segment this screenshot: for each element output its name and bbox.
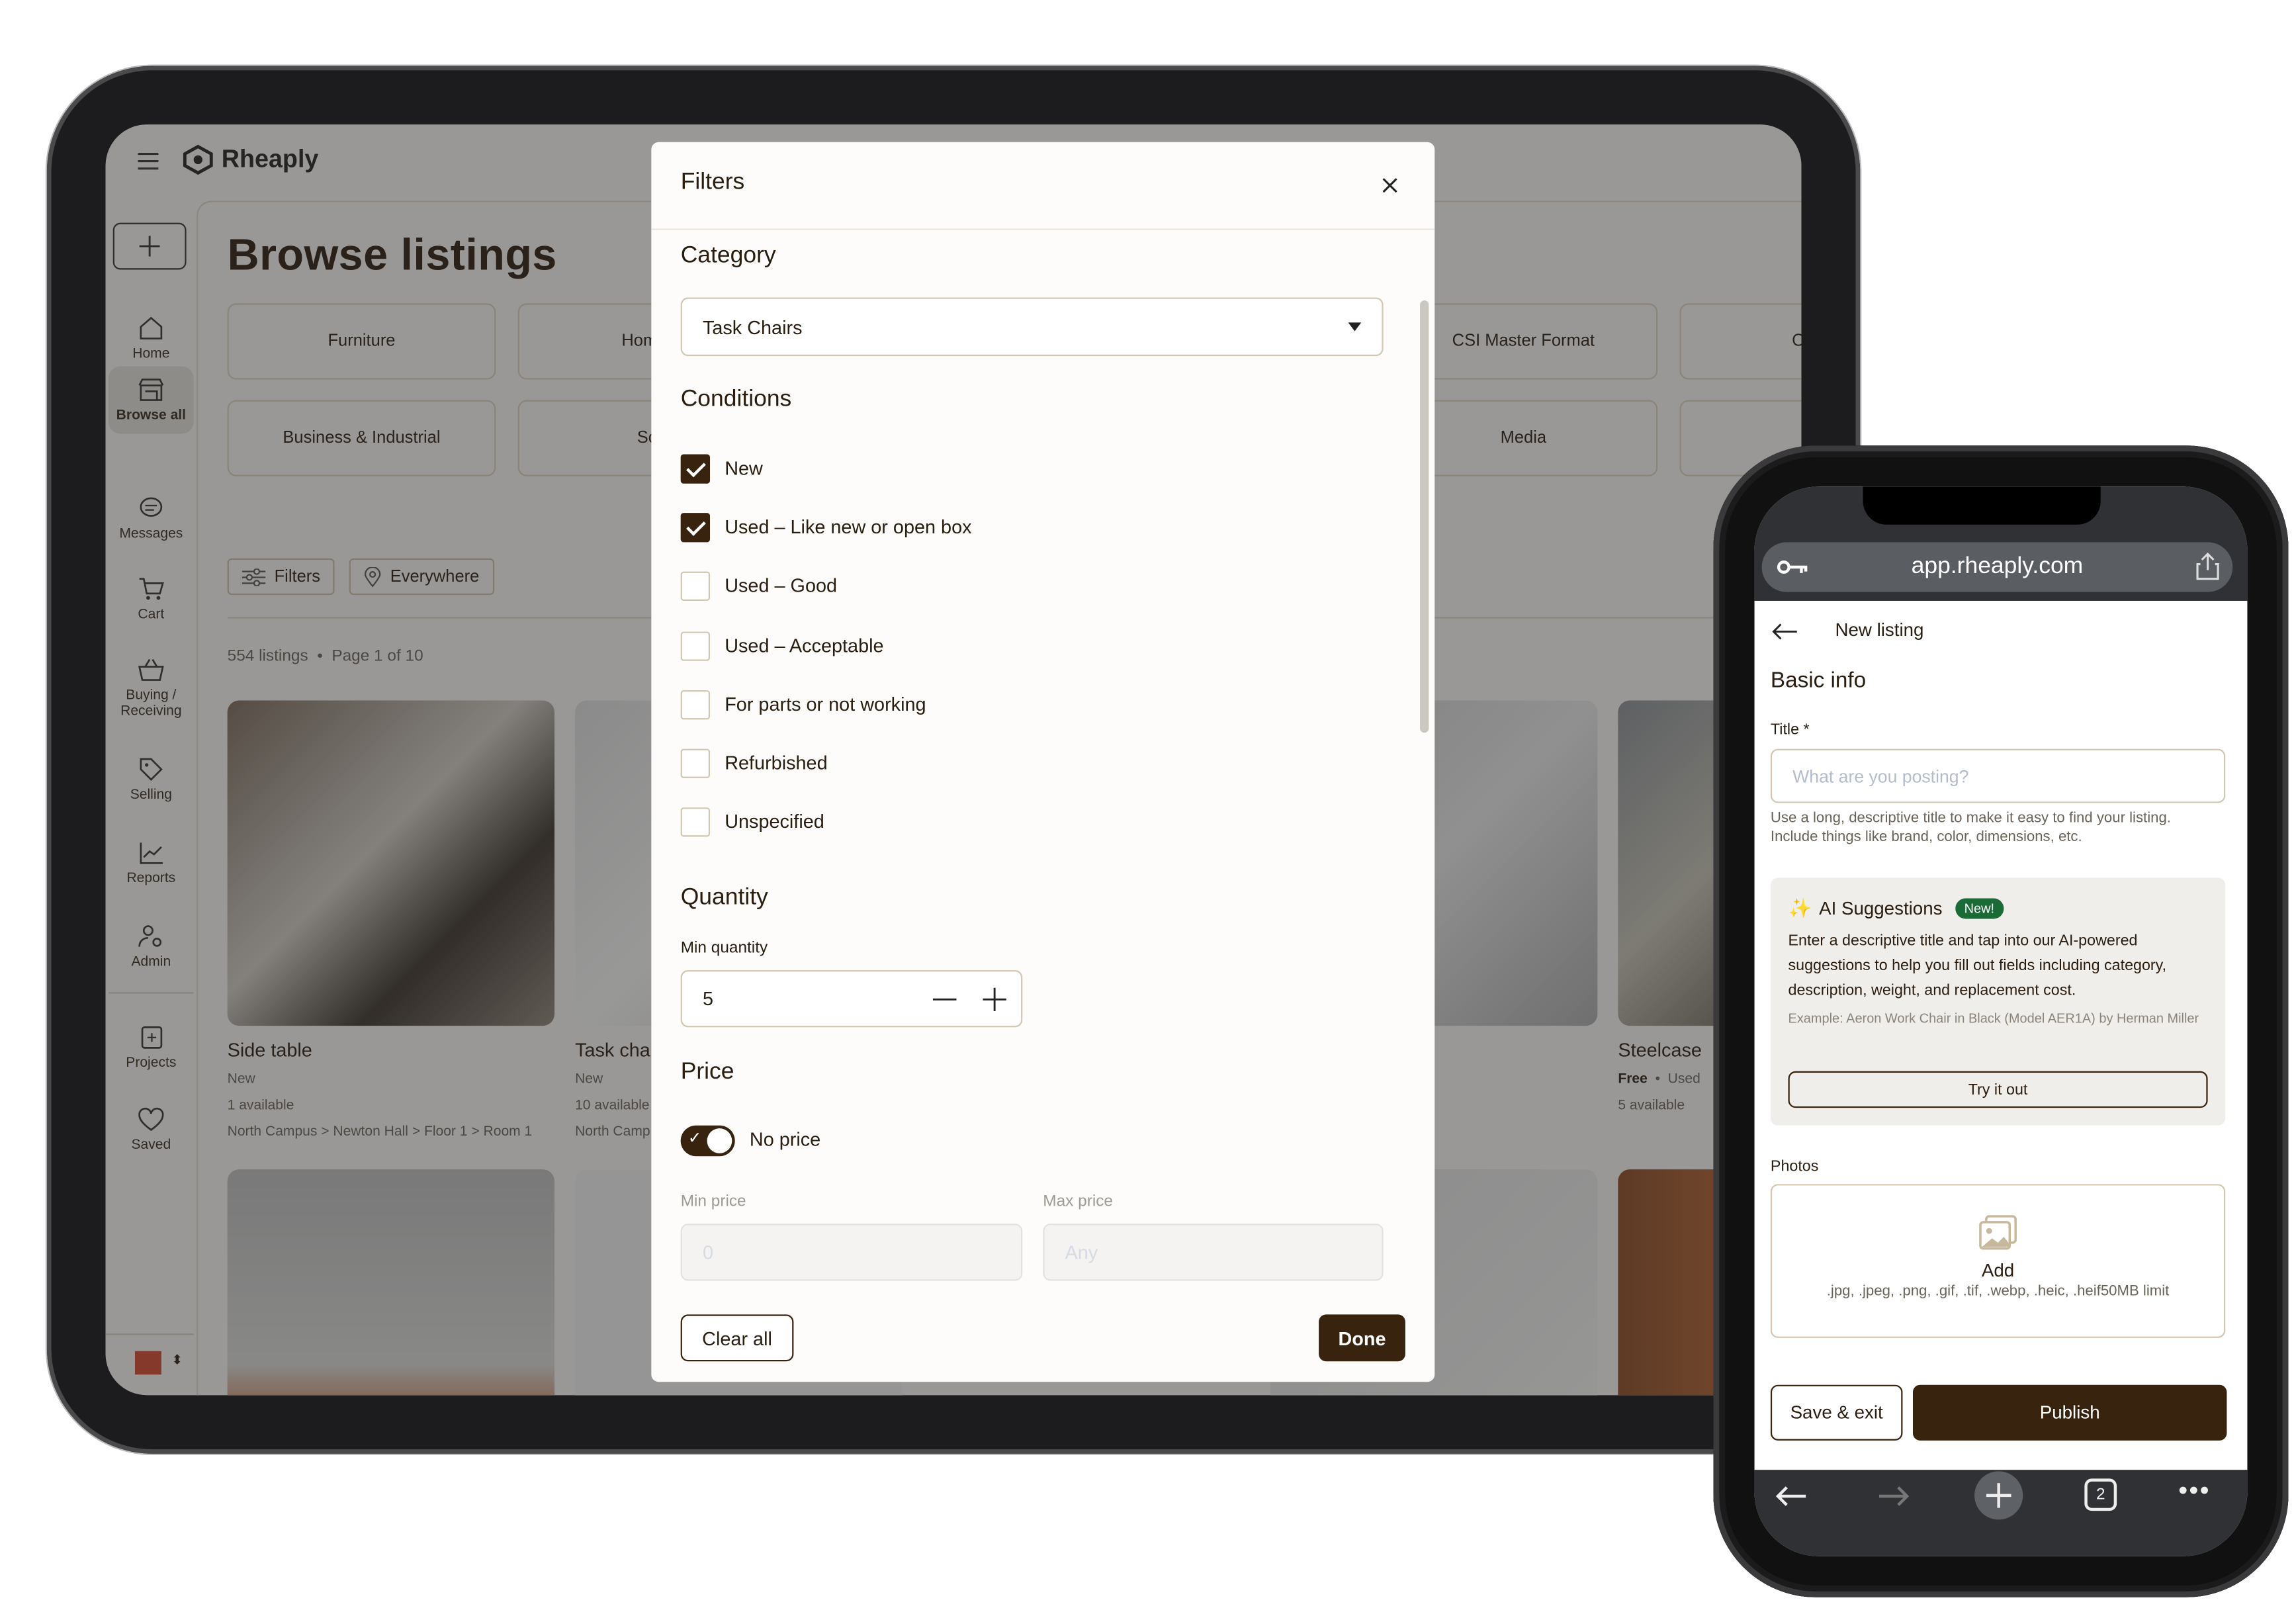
condition-checkbox[interactable] — [680, 748, 711, 778]
condition-label[interactable]: Used – Good — [725, 575, 837, 597]
price-heading: Price — [680, 1059, 734, 1085]
done-button[interactable]: Done — [1319, 1314, 1405, 1362]
min-quantity-label: Min quantity — [680, 939, 768, 958]
condition-label[interactable]: Used – Acceptable — [725, 634, 883, 656]
sparkles-icon: ✨ — [1788, 897, 1812, 919]
category-heading: Category — [680, 243, 776, 269]
ai-example: Example: Aeron Work Chair in Black (Mode… — [1788, 1011, 2199, 1026]
plus-icon[interactable] — [983, 987, 1006, 1012]
condition-label[interactable]: Used – Like new or open box — [725, 516, 971, 538]
condition-checkbox[interactable] — [680, 513, 711, 543]
modal-title: Filters — [680, 169, 745, 195]
tabs-count-button[interactable]: 2 — [2084, 1478, 2117, 1511]
new-badge: New! — [1955, 898, 2004, 919]
photos-add: Add — [1981, 1260, 2015, 1281]
min-price-placeholder: 0 — [702, 1241, 713, 1263]
condition-checkbox[interactable] — [680, 572, 711, 602]
phone-screen: app.rheaply.com New listing Basic info T… — [1754, 486, 2248, 1556]
save-exit-button[interactable]: Save & exit — [1770, 1384, 1903, 1441]
phone-notch — [1863, 486, 2101, 525]
photos-formats: .jpg, .jpeg, .png, .gif, .tif, .webp, .h… — [1826, 1283, 2170, 1300]
ai-title: AI Suggestions — [1819, 898, 1943, 919]
condition-checkbox[interactable] — [680, 631, 711, 660]
ai-text: Enter a descriptive title and tap into o… — [1788, 932, 2167, 1000]
title-input[interactable]: What are you posting? — [1770, 748, 2226, 803]
section-title: Basic info — [1770, 668, 1867, 694]
no-price-toggle[interactable]: ✓ — [680, 1125, 735, 1157]
no-price-label: No price — [749, 1128, 821, 1151]
max-price-label: Max price — [1043, 1192, 1114, 1211]
minus-icon[interactable] — [933, 991, 957, 1014]
share-icon[interactable] — [2196, 552, 2219, 580]
browser-back-icon[interactable] — [1775, 1484, 1808, 1507]
filters-modal: Filters Category Task Chairs Conditions … — [651, 142, 1435, 1382]
condition-checkbox[interactable] — [680, 454, 711, 484]
ai-suggestions-card: ✨ AI Suggestions New! Enter a descriptiv… — [1770, 877, 2226, 1126]
publish-button[interactable]: Publish — [1912, 1384, 2227, 1441]
condition-label[interactable]: Refurbished — [725, 752, 827, 774]
modal-header-divider — [651, 228, 1435, 230]
plus-icon — [1986, 1483, 2011, 1508]
more-icon[interactable]: ••• — [2178, 1476, 2211, 1507]
title-help: Use a long, descriptive title to make it… — [1770, 810, 2171, 845]
try-it-out-button[interactable]: Try it out — [1788, 1071, 2208, 1108]
condition-checkbox[interactable] — [680, 690, 711, 719]
min-quantity-value[interactable]: 5 — [703, 988, 713, 1010]
caret-down-icon — [1348, 322, 1362, 332]
url-bar[interactable]: app.rheaply.com — [1761, 542, 2233, 592]
image-gallery-icon — [1979, 1215, 2017, 1250]
max-price-input[interactable]: Any — [1043, 1224, 1384, 1281]
category-select-value: Task Chairs — [702, 316, 803, 338]
min-quantity-stepper[interactable]: 5 — [680, 969, 1023, 1028]
check-icon: ✓ — [687, 1130, 702, 1147]
key-icon — [1777, 560, 1808, 574]
min-price-input[interactable]: 0 — [680, 1224, 1023, 1281]
title-placeholder: What are you posting? — [1792, 766, 1969, 787]
url-text: app.rheaply.com — [1911, 554, 2084, 579]
condition-label[interactable]: Unspecified — [725, 811, 824, 832]
condition-label[interactable]: For parts or not working — [725, 693, 926, 715]
browser-bottom-bar: 2 ••• — [1754, 1470, 2248, 1556]
new-tab-button[interactable] — [1974, 1471, 2023, 1520]
modal-scrollbar[interactable] — [1420, 300, 1429, 733]
condition-label[interactable]: New — [725, 457, 763, 479]
back-arrow-icon[interactable] — [1772, 623, 1798, 641]
browser-forward-icon[interactable] — [1878, 1484, 1910, 1507]
condition-checkbox[interactable] — [680, 807, 711, 837]
quantity-heading: Quantity — [680, 885, 768, 911]
min-price-label: Min price — [680, 1192, 746, 1211]
title-label: Title * — [1770, 721, 1810, 739]
close-icon[interactable] — [1382, 175, 1397, 201]
photos-label: Photos — [1770, 1157, 1819, 1176]
clear-all-button[interactable]: Clear all — [680, 1314, 794, 1362]
max-price-placeholder: Any — [1065, 1241, 1098, 1263]
photo-dropzone[interactable]: Add .jpg, .jpeg, .png, .gif, .tif, .webp… — [1770, 1184, 2226, 1338]
conditions-heading: Conditions — [680, 386, 792, 412]
category-select[interactable]: Task Chairs — [680, 297, 1384, 357]
phone-header-title: New listing — [1835, 619, 1924, 641]
